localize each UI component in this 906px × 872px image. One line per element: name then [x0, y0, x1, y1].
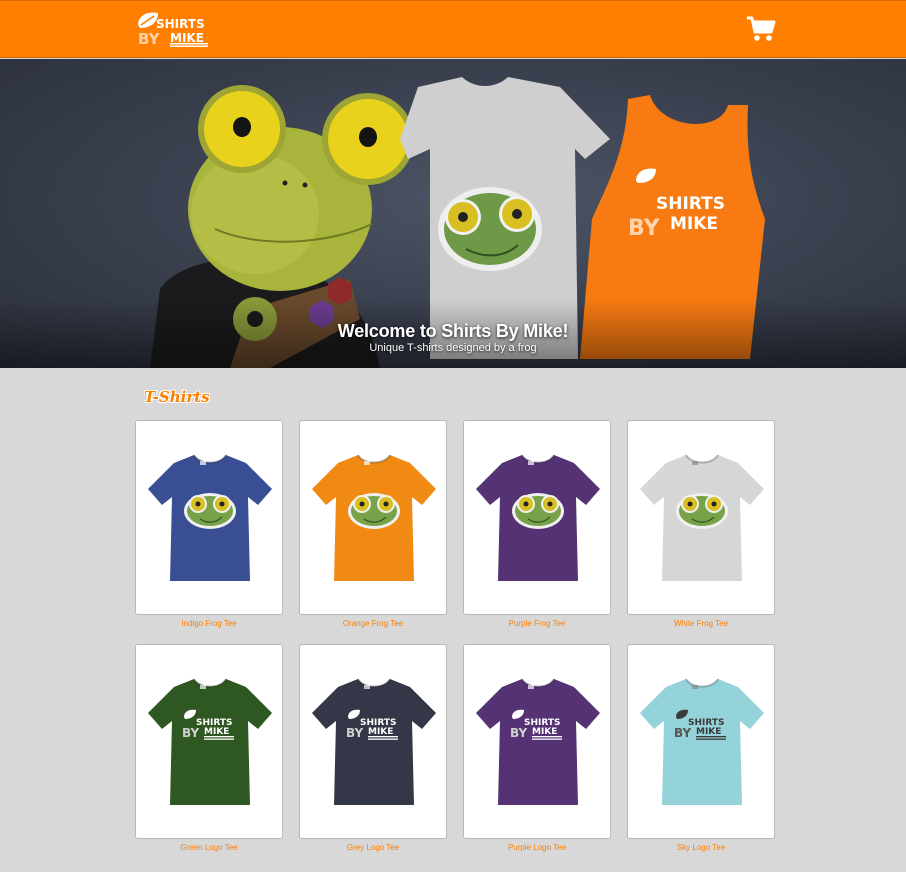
svg-text:BY: BY [510, 726, 527, 740]
svg-text:MIKE: MIKE [204, 727, 229, 737]
product-card[interactable] [627, 420, 775, 615]
product-name-link[interactable]: White Frog Tee [627, 619, 775, 628]
product-name-link[interactable]: Grey Logo Tee [299, 843, 447, 852]
product-image [476, 454, 600, 581]
leaf-logo-icon: SHIRTS BY MIKE [138, 12, 208, 47]
product-card[interactable] [135, 420, 283, 615]
tank-logo-by: BY [628, 216, 661, 241]
product-card[interactable] [299, 420, 447, 615]
hero-title: Welcome to Shirts By Mike! [337, 321, 569, 341]
svg-text:MIKE: MIKE [696, 727, 721, 737]
shopping-cart-icon[interactable] [746, 15, 776, 43]
product-image: SHIRTSBY MIKE [640, 678, 764, 805]
product-card[interactable]: SHIRTS BY MIKE [627, 644, 775, 839]
product-image: SHIRTSBY MIKE [476, 678, 600, 805]
product-name-link[interactable]: Indigo Frog Tee [135, 619, 283, 628]
product-card[interactable]: SHIRTS BY MIKE [299, 644, 447, 839]
section-title: T-Shirts [144, 388, 210, 406]
hero-banner: SHIRTS BY MIKE Welcome to Shirts By Mike… [0, 59, 906, 368]
product-name-link[interactable]: Sky Logo Tee [627, 843, 775, 852]
svg-text:MIKE: MIKE [532, 727, 557, 737]
product-name-link[interactable]: Green Logo Tee [135, 843, 283, 852]
product-name-link[interactable]: Purple Frog Tee [463, 619, 611, 628]
logo-text-by: BY [138, 30, 161, 47]
product-image: SHIRTSBY MIKE [312, 678, 436, 805]
product-card[interactable] [463, 420, 611, 615]
logo-text-shirts: SHIRTS [156, 17, 205, 31]
svg-text:BY: BY [346, 726, 363, 740]
svg-text:MIKE: MIKE [368, 727, 393, 737]
svg-text:BY: BY [182, 726, 199, 740]
tank-logo-mike: MIKE [670, 214, 718, 234]
product-name-link[interactable]: Purple Logo Tee [463, 843, 611, 852]
product-card[interactable]: SHIRTS BY MIKE [135, 644, 283, 839]
site-logo[interactable]: SHIRTS BY MIKE [136, 11, 210, 47]
tank-logo-shirts: SHIRTS [656, 194, 725, 214]
product-image: SHIRTSBY MIKE [148, 678, 272, 805]
product-image [148, 454, 272, 581]
hero-subtitle: Unique T-shirts designed by a frog [369, 342, 537, 354]
svg-text:BY: BY [674, 726, 691, 740]
product-card[interactable]: SHIRTS BY MIKE [463, 644, 611, 839]
site-header: SHIRTS BY MIKE [0, 0, 906, 58]
logo-text-mike: MIKE [170, 31, 204, 45]
product-image [312, 454, 436, 581]
product-name-link[interactable]: Orange Frog Tee [299, 619, 447, 628]
product-image [640, 454, 764, 581]
